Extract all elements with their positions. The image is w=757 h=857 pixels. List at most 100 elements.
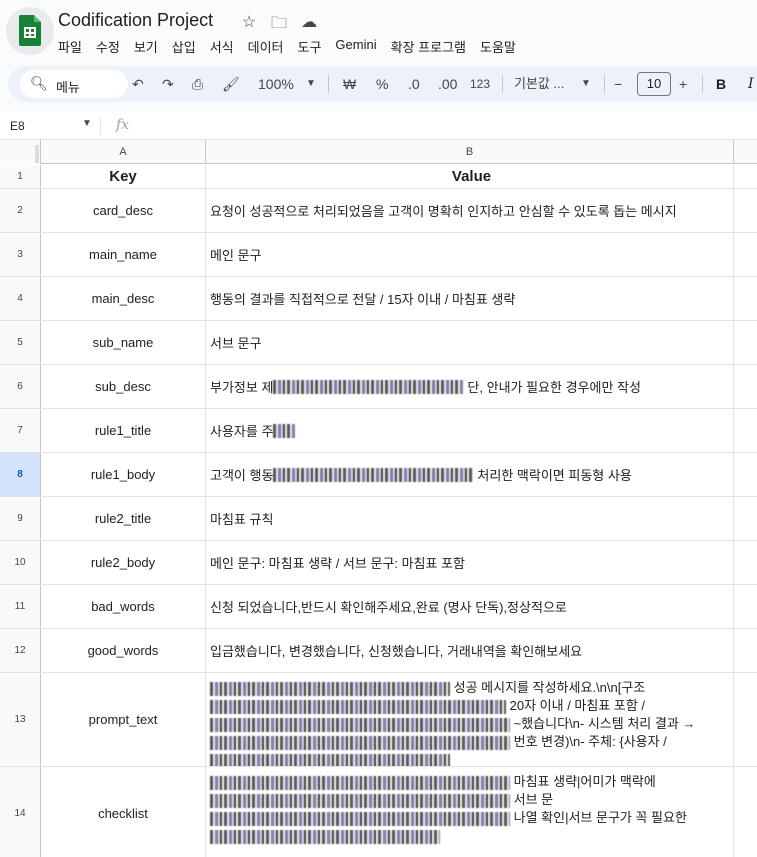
cell-value[interactable]: Value (206, 165, 734, 188)
print-icon[interactable]: ⎙ (192, 74, 203, 94)
cell-value[interactable]: 입금했습니다, 변경했습니다, 신청했습니다, 거래내역을 확인해보세요 (206, 629, 734, 672)
cell-key[interactable]: rule2_title (41, 497, 206, 540)
row-header[interactable]: 13 (0, 673, 41, 766)
table-row: 7 rule1_title 사용자를 주 (0, 409, 757, 453)
cell-key[interactable]: main_desc (41, 277, 206, 320)
paint-format-icon[interactable]: 🖌︎ (222, 74, 240, 94)
row-header[interactable]: 7 (0, 409, 41, 452)
decrease-decimal-button[interactable]: .0 (408, 74, 420, 94)
menu-help[interactable]: 도움말 (480, 37, 522, 56)
formula-bar: E8 ▼ fx (0, 112, 757, 140)
table-row: 2 card_desc 요청이 성공적으로 처리되었음을 고객이 명확히 인지하… (0, 189, 757, 233)
cell-key[interactable]: good_words (41, 629, 206, 672)
row-header[interactable]: 1 (0, 165, 41, 188)
star-icon[interactable]: ☆ (238, 12, 260, 39)
select-all-corner[interactable] (0, 140, 41, 164)
cell-value[interactable]: 메인 문구 (206, 233, 734, 276)
cell-value[interactable]: 성공 메시지를 작성하세요.\n\n[구조 20자 이내 / 마침표 포함 / … (206, 673, 734, 766)
cell-key[interactable]: checklist (41, 767, 206, 857)
cell-value[interactable]: 사용자를 주 (206, 409, 734, 452)
redacted-text (210, 811, 510, 826)
italic-button[interactable]: I (748, 74, 754, 94)
move-folder-icon[interactable]: 🗀 (268, 12, 290, 39)
column-header-c[interactable] (734, 140, 757, 164)
column-header-a[interactable]: A (41, 140, 206, 164)
menu-search[interactable]: 🔍︎ 메뉴 (20, 70, 128, 98)
cell-key[interactable]: main_name (41, 233, 206, 276)
cell-key[interactable]: rule1_title (41, 409, 206, 452)
row-header[interactable]: 4 (0, 277, 41, 320)
title-bar: Codification Project ☆ 🗀 ☁ 파일 수정 보기 삽입 서… (0, 0, 757, 62)
cell-key[interactable]: bad_words (41, 585, 206, 628)
cell-value[interactable]: 마침표 규칙 (206, 497, 734, 540)
menu-extensions[interactable]: 확장 프로그램 (391, 37, 472, 56)
undo-icon[interactable]: ↶ (132, 74, 144, 94)
sheets-logo-icon[interactable] (6, 7, 54, 55)
document-title[interactable]: Codification Project (58, 10, 213, 31)
font-size-increase-button[interactable]: + (679, 74, 687, 94)
menu-bar: 파일 수정 보기 삽입 서식 데이터 도구 Gemini 확장 프로그램 도움말 (58, 37, 530, 56)
cell-value[interactable]: 마침표 생략|어미가 맥락에 서브 문 나열 확인|서브 문구가 꼭 필요한 (206, 767, 734, 857)
cell-key[interactable]: rule2_body (41, 541, 206, 584)
menu-format[interactable]: 서식 (210, 37, 240, 56)
number-format-button[interactable]: 123 (470, 74, 490, 94)
row-header[interactable]: 11 (0, 585, 41, 628)
menu-data[interactable]: 데이터 (248, 37, 290, 56)
table-row: 4 main_desc 행동의 결과를 직접적으로 전달 / 15자 이내 / … (0, 277, 757, 321)
cell-key[interactable]: sub_name (41, 321, 206, 364)
cloud-status-icon[interactable]: ☁ (298, 12, 320, 39)
cell-value[interactable]: 신청 되었습니다,반드시 확인해주세요,완료 (명사 단독),정상적으로 (206, 585, 734, 628)
row-header[interactable]: 2 (0, 189, 41, 232)
name-box-dropdown-icon[interactable]: ▼ (82, 118, 92, 129)
cell-value-line: 나열 확인|서브 문구가 꼭 필요한 (513, 810, 687, 825)
increase-decimal-button[interactable]: .00 (438, 74, 457, 94)
name-box[interactable]: E8 (10, 119, 25, 133)
font-size-decrease-button[interactable]: − (614, 74, 622, 94)
zoom-dropdown-icon[interactable]: ▼ (306, 74, 316, 94)
spreadsheet-grid[interactable]: A B 1 Key Value 2 card_desc 요청이 성공적으로 처리… (0, 140, 757, 857)
cell-value[interactable]: 요청이 성공적으로 처리되었음을 고객이 명확히 인지하고 안심할 수 있도록 … (206, 189, 734, 232)
redacted-text (273, 379, 464, 394)
cell-value[interactable]: 서브 문구 (206, 321, 734, 364)
redo-icon[interactable]: ↷ (162, 74, 174, 94)
menu-edit[interactable]: 수정 (96, 37, 126, 56)
cell-key[interactable]: prompt_text (41, 673, 206, 766)
row-header[interactable]: 3 (0, 233, 41, 276)
redacted-text (210, 699, 506, 714)
redacted-text (210, 717, 510, 732)
cell-value[interactable]: 메인 문구: 마침표 생략 / 서브 문구: 마침표 포함 (206, 541, 734, 584)
row-header[interactable]: 14 (0, 767, 41, 857)
row-header[interactable]: 12 (0, 629, 41, 672)
table-row: 12 good_words 입금했습니다, 변경했습니다, 신청했습니다, 거래… (0, 629, 757, 673)
cell-key[interactable]: card_desc (41, 189, 206, 232)
bold-button[interactable]: B (716, 74, 726, 94)
font-dropdown-icon[interactable]: ▼ (581, 74, 591, 94)
cell-key[interactable]: Key (41, 165, 206, 188)
row-header[interactable]: 9 (0, 497, 41, 540)
menu-gemini[interactable]: Gemini (335, 37, 382, 56)
row-header[interactable]: 6 (0, 365, 41, 408)
menu-file[interactable]: 파일 (58, 37, 88, 56)
font-size-input[interactable]: 10 (637, 72, 671, 96)
cell-value[interactable]: 행동의 결과를 직접적으로 전달 / 15자 이내 / 마침표 생략 (206, 277, 734, 320)
zoom-select[interactable]: 100% (258, 74, 294, 94)
column-header-b[interactable]: B (206, 140, 734, 164)
row-header[interactable]: 10 (0, 541, 41, 584)
menu-view[interactable]: 보기 (134, 37, 164, 56)
row-header-selected[interactable]: 8 (0, 453, 41, 496)
cell-value-start: 사용자를 주 (210, 424, 274, 439)
cell-value-line: 20자 이내 / 마침표 포함 / (509, 698, 646, 713)
menu-tools[interactable]: 도구 (298, 37, 328, 56)
cell-value-line: ~했습니다\n- 시스템 처리 결과 → (513, 716, 696, 731)
cell-value[interactable]: 고객이 행동 처리한 맥락이면 피동형 사용 (206, 453, 734, 496)
redacted-text (273, 467, 474, 482)
cell-key[interactable]: rule1_body (41, 453, 206, 496)
cell-key[interactable]: sub_desc (41, 365, 206, 408)
row-header[interactable]: 5 (0, 321, 41, 364)
currency-format-button[interactable]: ₩ (343, 74, 356, 94)
menu-insert[interactable]: 삽입 (172, 37, 202, 56)
cell-value-start: 부가정보 제 (210, 380, 274, 395)
font-select[interactable]: 기본값 ... (514, 74, 564, 94)
cell-value[interactable]: 부가정보 제 단, 안내가 필요한 경우에만 작성 (206, 365, 734, 408)
percent-format-button[interactable]: % (376, 74, 388, 94)
